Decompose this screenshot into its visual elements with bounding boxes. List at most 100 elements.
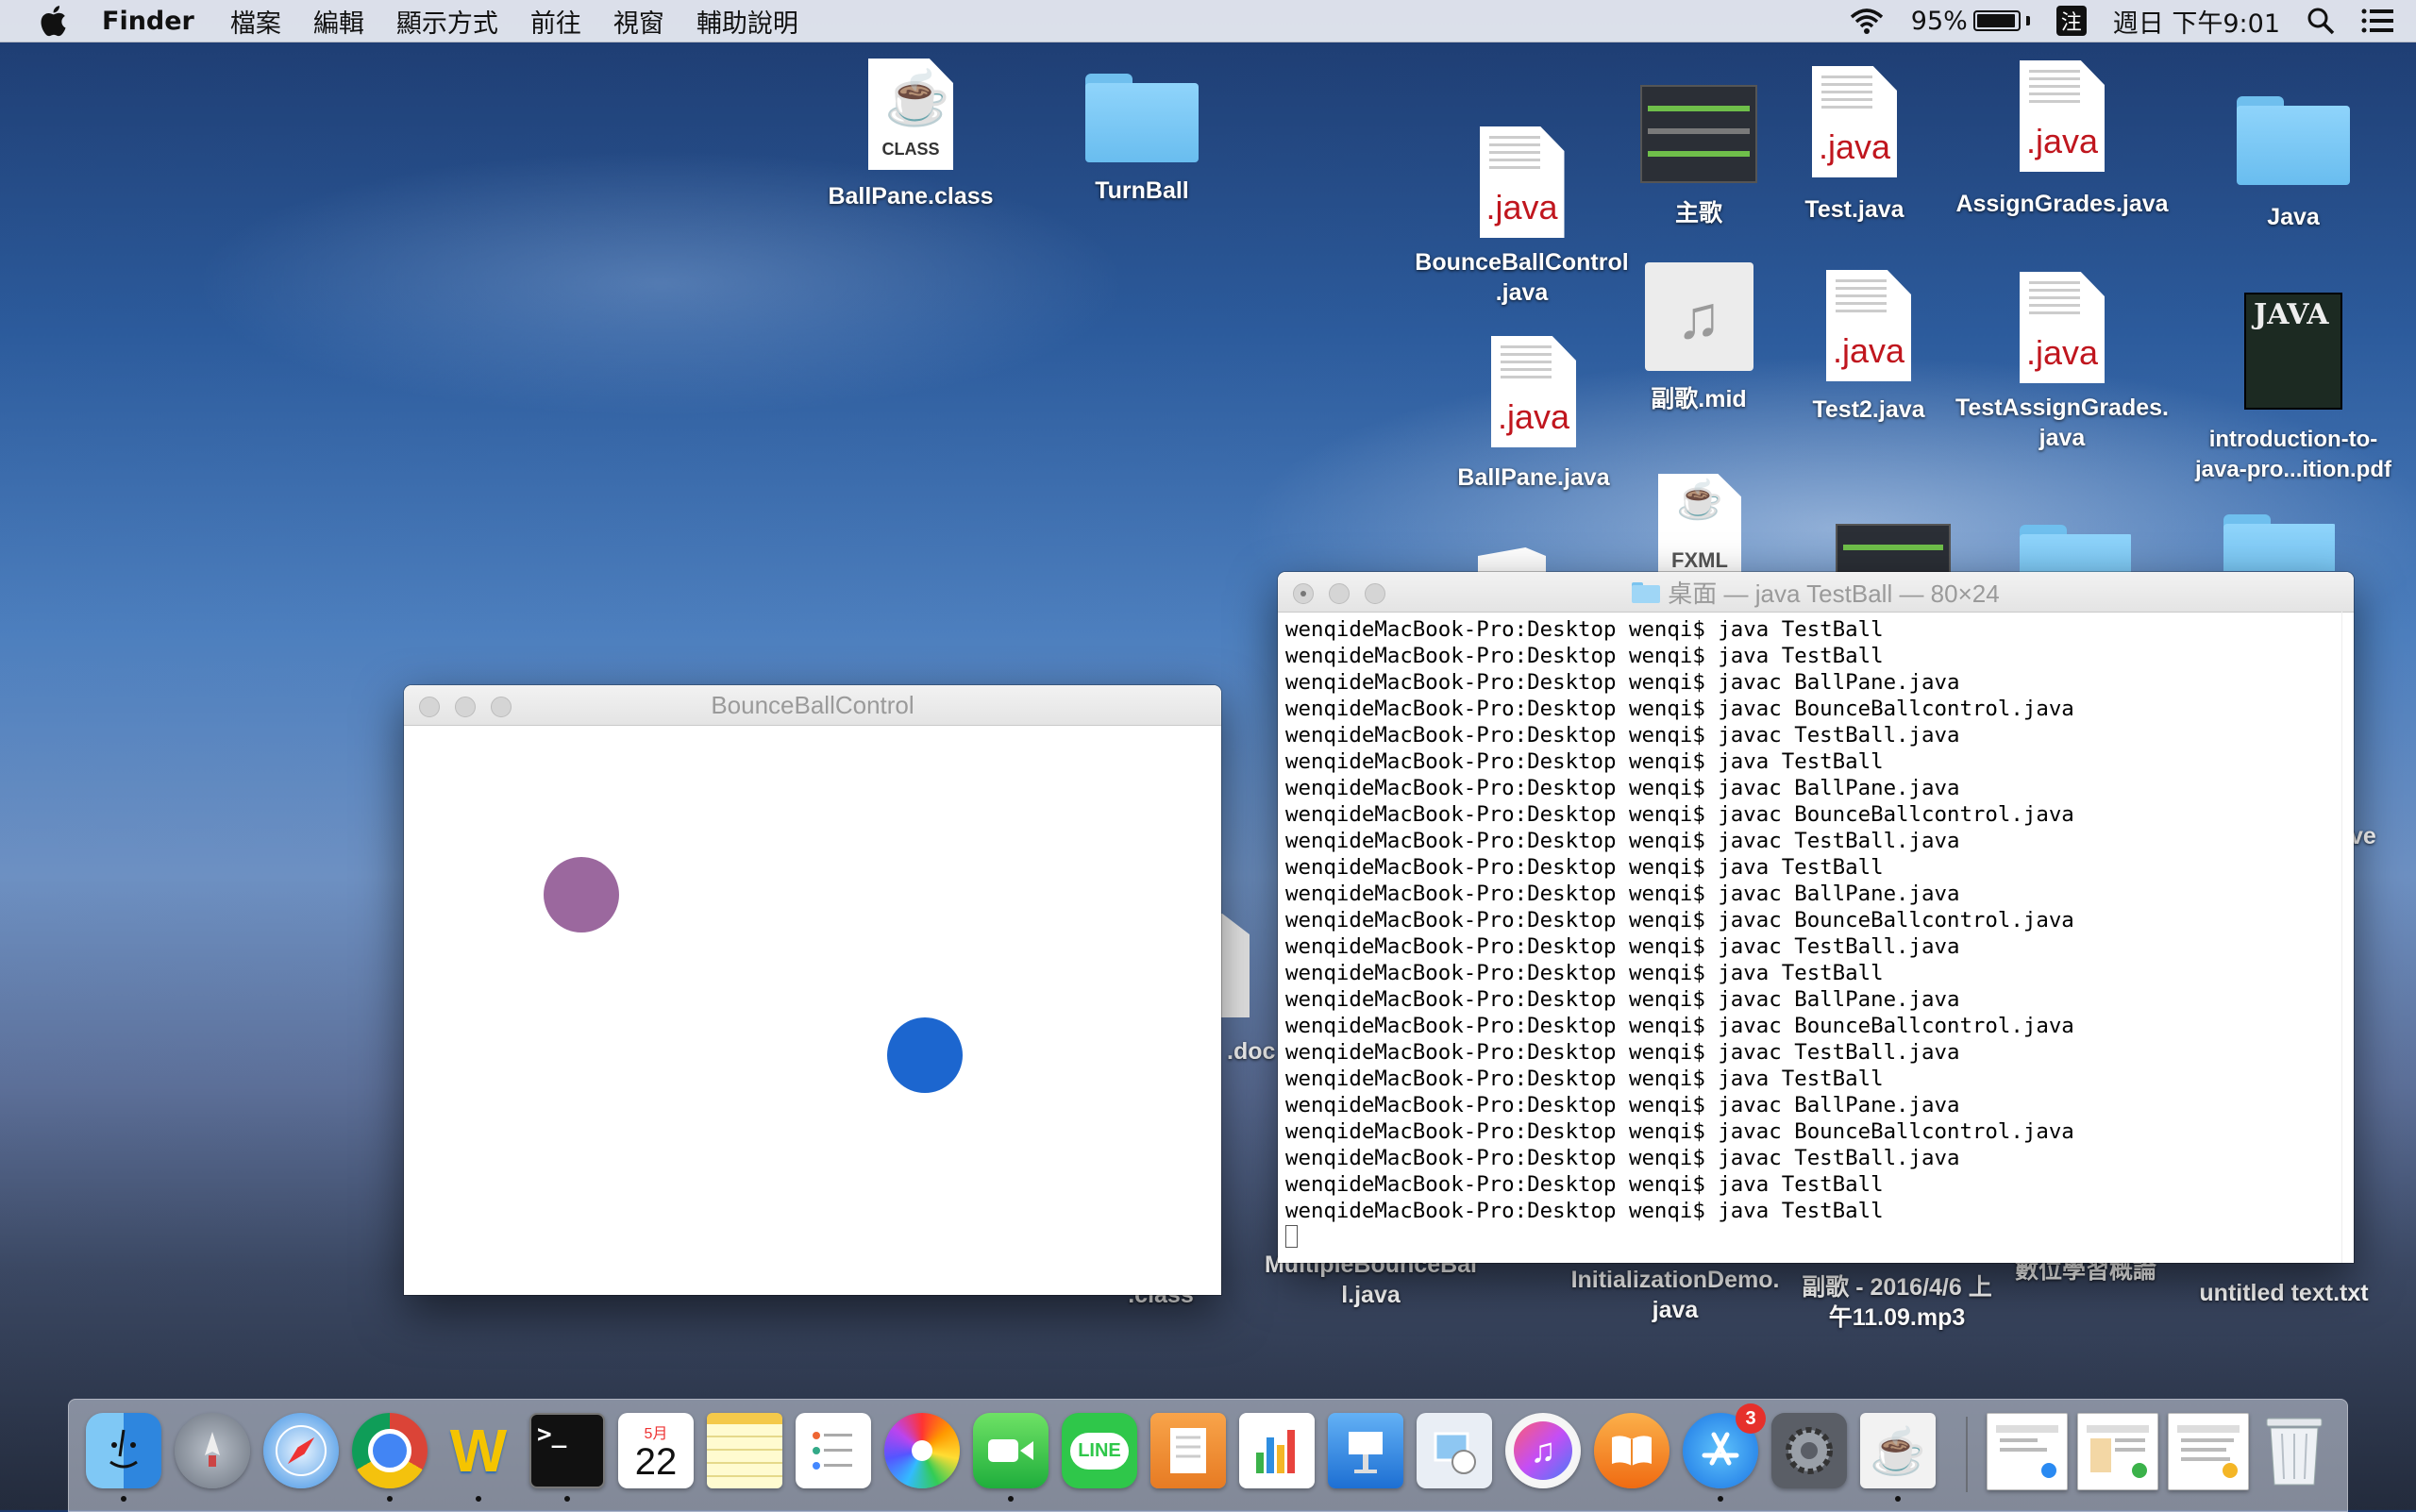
terminal-line: wenqideMacBook-Pro:Desktop wenqi$ javac … <box>1285 829 1960 853</box>
spotlight-search-icon[interactable] <box>2307 7 2335 35</box>
desktop-icon-ballpane-java[interactable]: .java BallPane.java <box>1449 336 1619 493</box>
bounce-title-bar[interactable]: BounceBallControl <box>404 685 1221 726</box>
menu-window[interactable]: 視窗 <box>613 3 664 40</box>
photos-icon[interactable] <box>884 1413 960 1488</box>
terminal-icon[interactable]: >_ <box>529 1413 605 1488</box>
desktop-icon-doc-partial[interactable]: .doc <box>1227 1036 1284 1067</box>
minimized-window-icon[interactable] <box>2168 1413 2249 1490</box>
zoom-button[interactable] <box>1365 583 1385 604</box>
battery-status[interactable]: 95% <box>1911 7 2030 36</box>
desktop-icon-untitled-text[interactable]: untitled text.txt <box>2180 1278 2388 1308</box>
minimize-button[interactable] <box>1329 583 1350 604</box>
icon-label: AssignGrades.java <box>1955 191 2169 217</box>
terminal-line: wenqideMacBook-Pro:Desktop wenqi$ javac … <box>1285 1093 1960 1117</box>
minimized-window-icon[interactable] <box>1987 1413 2068 1490</box>
minimized-window-icon[interactable] <box>2077 1413 2158 1490</box>
icon-label: 副歌.mid <box>1651 386 1747 412</box>
close-button[interactable] <box>419 697 440 717</box>
ibooks-icon[interactable] <box>1594 1413 1669 1488</box>
itunes-icon[interactable]: ♫ <box>1505 1413 1581 1488</box>
terminal-window[interactable]: 桌面 — java TestBall — 80×24 wenqideMacBoo… <box>1278 572 2354 1263</box>
notes-icon[interactable] <box>707 1413 782 1488</box>
desktop-icon-initializationdemo-java[interactable]: InitializationDemo. java <box>1557 1265 1793 1325</box>
desktop-icon-ve-partial[interactable]: ve <box>2350 821 2407 851</box>
finder-icon[interactable] <box>86 1413 161 1488</box>
menu-go[interactable]: 前往 <box>530 3 581 40</box>
ball-pane[interactable] <box>404 725 1221 1295</box>
desktop-icon-fxml[interactable]: ☕ FXML <box>1658 474 1741 578</box>
desktop-icon-testassigngrades-java[interactable]: .java TestAssignGrades. java <box>1944 272 2180 453</box>
pages-icon[interactable] <box>1150 1413 1226 1488</box>
chrome-icon[interactable] <box>352 1413 428 1488</box>
desktop-icon-test-java[interactable]: .java Test.java <box>1788 66 1921 225</box>
purple-ball <box>544 857 619 932</box>
book-pdf-icon: JAVA <box>2244 293 2342 410</box>
clock[interactable]: 週日 下午9:01 <box>2113 3 2280 40</box>
line-icon[interactable]: LINE <box>1062 1413 1137 1488</box>
trash-icon[interactable] <box>2257 1413 2332 1488</box>
terminal-line: wenqideMacBook-Pro:Desktop wenqi$ javac … <box>1285 723 1960 748</box>
terminal-scrollbar[interactable] <box>2341 612 2354 1263</box>
safari-icon[interactable] <box>263 1413 339 1488</box>
terminal-line: wenqideMacBook-Pro:Desktop wenqi$ javac … <box>1285 987 1960 1012</box>
folder-icon <box>1632 582 1661 603</box>
wunderlist-icon[interactable]: W <box>441 1413 516 1488</box>
keynote-icon[interactable] <box>1328 1413 1403 1488</box>
wifi-icon[interactable] <box>1849 7 1885 35</box>
dock-separator <box>1966 1417 1968 1492</box>
terminal-line: wenqideMacBook-Pro:Desktop wenqi$ java T… <box>1285 961 1884 985</box>
zoom-button[interactable] <box>491 697 512 717</box>
java-file-icon: .java <box>1826 270 1911 381</box>
menu-edit[interactable]: 編輯 <box>313 3 364 40</box>
desktop-icon-java-folder[interactable]: Java <box>2227 96 2359 232</box>
terminal-line: wenqideMacBook-Pro:Desktop wenqi$ javac … <box>1285 670 1960 695</box>
icon-label: BallPane.java <box>1457 464 1610 491</box>
menu-help[interactable]: 輔助說明 <box>696 3 798 40</box>
desktop-icon-test2-java[interactable]: .java Test2.java <box>1803 270 1935 425</box>
bounceballcontrol-window[interactable]: BounceBallControl <box>404 685 1221 1295</box>
menu-file[interactable]: 檔案 <box>230 3 281 40</box>
system-preferences-icon[interactable] <box>1771 1413 1847 1488</box>
close-button[interactable] <box>1293 583 1314 604</box>
icon-label: Test2.java <box>1812 396 1925 423</box>
partial-folder-icon[interactable] <box>2020 525 2131 572</box>
window-title: 桌面 — java TestBall — 80×24 <box>1668 579 2000 608</box>
partial-folder-icon[interactable] <box>2223 514 2335 571</box>
dock: W >_ 5月 22 LINE ♫ 3 ☕ <box>68 1399 2348 1512</box>
desktop-icon-assigngrades-java[interactable]: .java AssignGrades.java <box>1944 60 2180 219</box>
launchpad-icon[interactable] <box>175 1413 250 1488</box>
desktop-icon-ballpane-class[interactable]: ☕ CLASS BallPane.class <box>821 59 1000 211</box>
preview-icon[interactable] <box>1417 1413 1492 1488</box>
menu-view[interactable]: 顯示方式 <box>396 3 498 40</box>
terminal-output[interactable]: wenqideMacBook-Pro:Desktop wenqi$ java T… <box>1278 613 2354 1251</box>
terminal-line: wenqideMacBook-Pro:Desktop wenqi$ javac … <box>1285 1014 2074 1038</box>
desktop-icon-zhuge[interactable]: 主歌 <box>1633 85 1765 228</box>
icon-label: introduction-to- java-pro...ition.pdf <box>2195 427 2391 482</box>
terminal-line: wenqideMacBook-Pro:Desktop wenqi$ java T… <box>1285 644 1884 668</box>
window-title: BounceBallControl <box>711 690 914 719</box>
desktop-icon-intro-java-pdf[interactable]: JAVA introduction-to- java-pro...ition.p… <box>2185 293 2402 485</box>
folder-icon <box>2237 96 2350 185</box>
facetime-icon[interactable] <box>973 1413 1049 1488</box>
numbers-icon[interactable] <box>1239 1413 1315 1488</box>
desktop-icon-bounceballcontrol-java[interactable]: .java BounceBallControl .java <box>1406 126 1637 308</box>
terminal-line: wenqideMacBook-Pro:Desktop wenqi$ java T… <box>1285 855 1884 880</box>
java-app-icon[interactable]: ☕ <box>1860 1413 1936 1488</box>
input-method-icon[interactable]: 注 <box>2055 6 2087 36</box>
partial-thumbnail-icon[interactable] <box>1836 524 1951 575</box>
java-file-icon: .java <box>1491 336 1576 447</box>
apple-menu-icon[interactable] <box>36 2 74 40</box>
calendar-icon[interactable]: 5月 22 <box>618 1413 694 1488</box>
java-file-icon: .java <box>1812 66 1897 177</box>
desktop-icon-turnball-folder[interactable]: TurnBall <box>1057 74 1227 206</box>
screenshot-thumbnail-icon <box>1640 85 1757 183</box>
reminders-icon[interactable] <box>796 1413 871 1488</box>
notification-center-icon[interactable] <box>2361 8 2393 34</box>
terminal-title-bar[interactable]: 桌面 — java TestBall — 80×24 <box>1278 572 2354 613</box>
terminal-line: wenqideMacBook-Pro:Desktop wenqi$ java T… <box>1285 1199 1884 1223</box>
minimize-button[interactable] <box>455 697 476 717</box>
terminal-line: wenqideMacBook-Pro:Desktop wenqi$ javac … <box>1285 908 2074 932</box>
app-store-icon[interactable]: 3 <box>1683 1403 1766 1488</box>
desktop-icon-fuge-mid[interactable]: ♫ 副歌.mid <box>1633 262 1765 414</box>
menu-finder[interactable]: Finder <box>102 7 194 36</box>
